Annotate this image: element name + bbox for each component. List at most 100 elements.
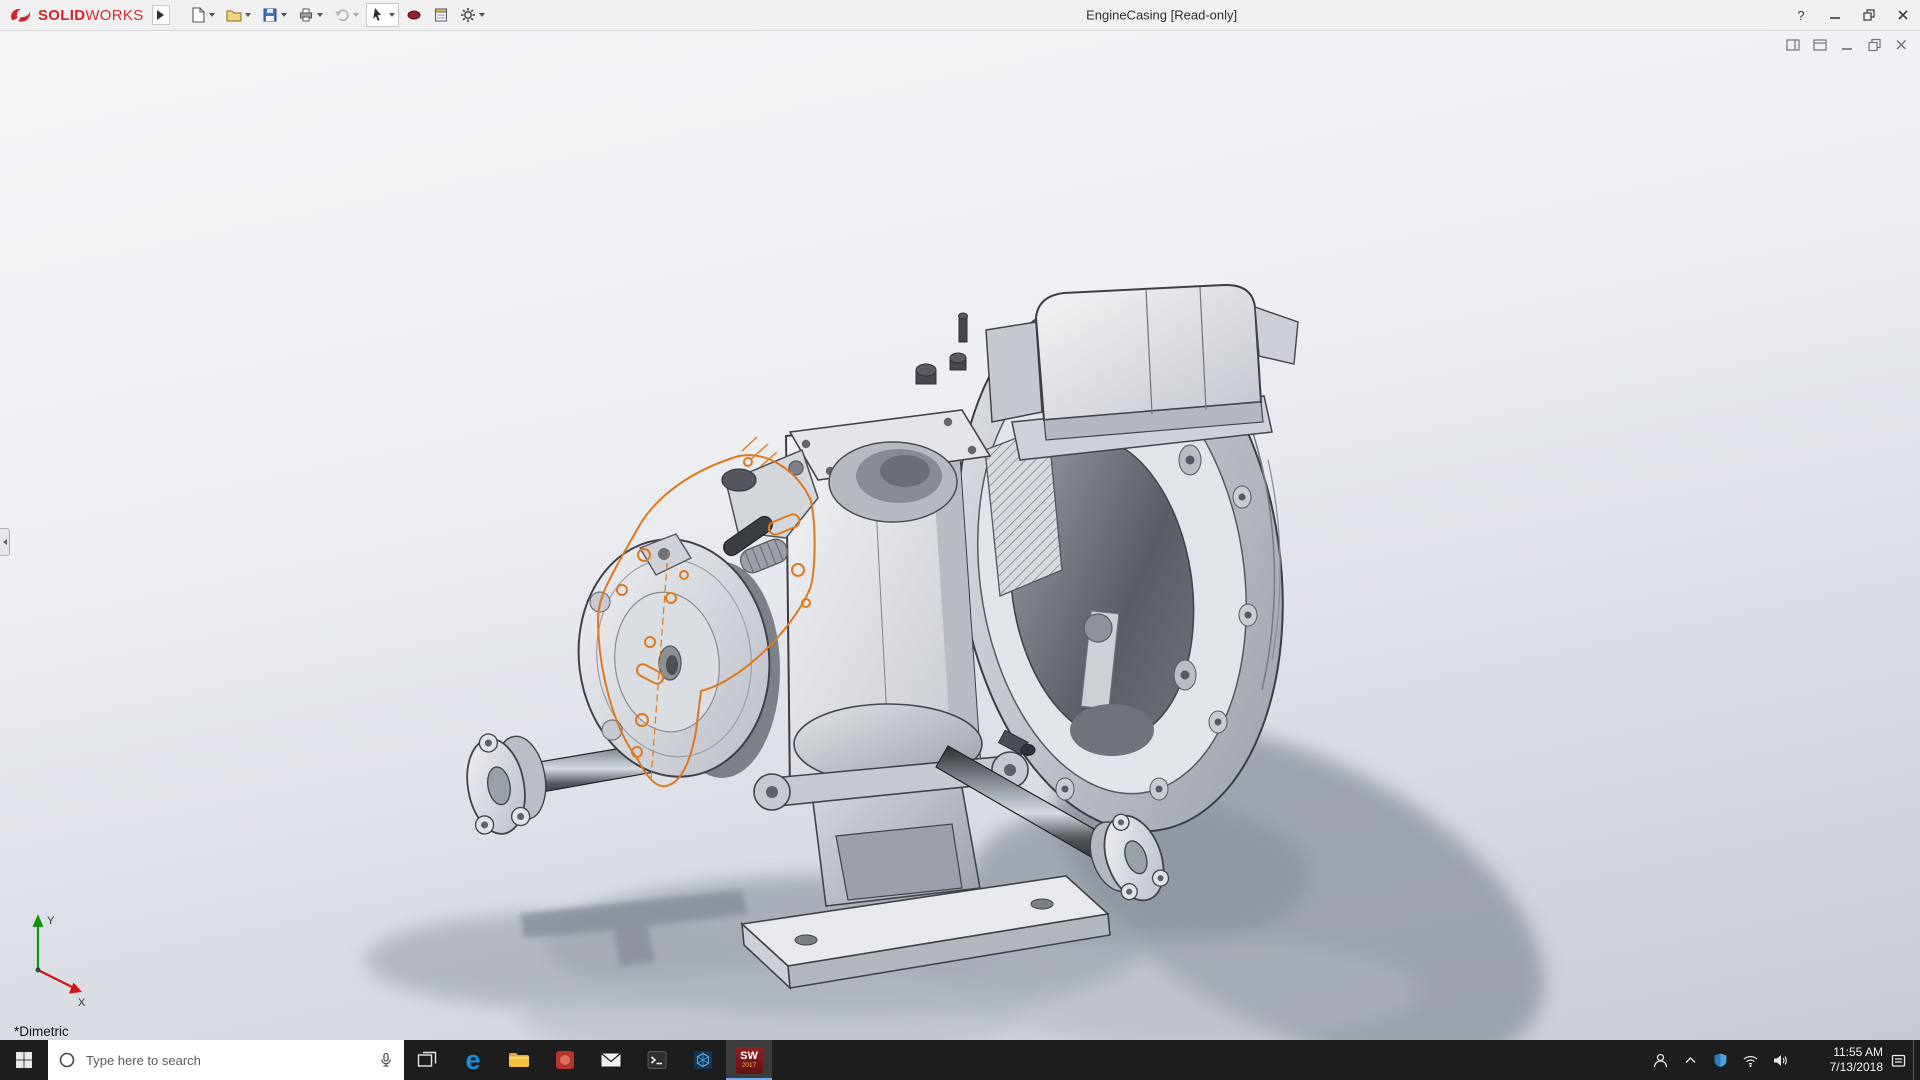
edge-browser-icon[interactable]: e [450, 1040, 496, 1080]
pane-single-button[interactable] [1811, 38, 1829, 53]
dropdown-caret-icon [388, 13, 395, 17]
mail-envelope-icon [601, 1053, 621, 1067]
action-center-icon[interactable] [1883, 1040, 1913, 1080]
close-button[interactable] [1886, 0, 1920, 30]
print-icon [299, 8, 312, 22]
mail-app-icon[interactable] [588, 1040, 634, 1080]
console-app-icon[interactable] [634, 1040, 680, 1080]
dropdown-caret-icon [244, 13, 251, 17]
doc-close-icon [1895, 39, 1906, 50]
cortana-icon [59, 1052, 75, 1068]
network-icon[interactable] [1735, 1040, 1765, 1080]
maximize-button[interactable] [1852, 0, 1886, 30]
open-folder-icon [226, 10, 242, 22]
window-title: EngineCasing [Read-only] [1086, 7, 1238, 23]
options-button[interactable] [456, 3, 489, 27]
edge-glyph: e [465, 1044, 481, 1075]
windows-taskbar: e [0, 1040, 1920, 1080]
menu-expand-arrow[interactable] [151, 5, 170, 25]
shield-icon [1714, 1053, 1726, 1067]
new-document-button[interactable] [186, 3, 219, 27]
defender-shield-icon[interactable] [1705, 1040, 1735, 1080]
doc-minimize-icon [1841, 48, 1852, 50]
solidworks-window: SOLIDWORKS EngineCasing [Read-only] ? Y … [0, 0, 1920, 1080]
open-document-button[interactable] [222, 3, 255, 27]
windows-logo-icon [16, 1052, 32, 1068]
start-button[interactable] [0, 1040, 48, 1080]
undo-button[interactable] [330, 3, 363, 27]
taskbar-search-box[interactable] [48, 1040, 404, 1080]
task-view-button[interactable] [404, 1040, 450, 1080]
solidworks-tile-year: 2017 [741, 1061, 757, 1069]
engine-casing-3d-model[interactable] [0, 30, 1920, 1040]
flyout-triangle-icon [157, 10, 165, 20]
wifi-icon [1743, 1055, 1757, 1067]
gear-icon [460, 8, 475, 22]
select-arrow-icon [372, 8, 381, 21]
clock-time: 11:55 AM [1833, 1045, 1883, 1059]
save-icon [263, 8, 277, 22]
triad-x-label: X [78, 997, 86, 1008]
minimize-button[interactable] [1818, 0, 1852, 30]
microphone-icon[interactable] [378, 1052, 394, 1068]
file-properties-button[interactable] [429, 3, 453, 27]
task-view-icon [417, 1051, 437, 1067]
close-icon [1898, 10, 1908, 20]
graphics-area[interactable]: Y X *Dimetric [0, 30, 1920, 1040]
3ds-logo-icon [11, 8, 31, 22]
cad-viewer-app-icon[interactable] [680, 1040, 726, 1080]
maximize-icon [1863, 9, 1875, 21]
taskbar-clock[interactable]: 11:55 AM 7/13/2018 [1795, 1040, 1883, 1080]
dropdown-caret-icon [208, 13, 215, 17]
pane-split-button[interactable] [1784, 38, 1802, 53]
collapse-arrow-icon [2, 539, 7, 545]
minimize-icon [1830, 17, 1840, 19]
brand-works: WORKS [85, 6, 144, 24]
doc-close-button[interactable] [1892, 38, 1910, 53]
print-button[interactable] [294, 3, 327, 27]
cover-bolts [915, 312, 968, 385]
brand-text: SOLIDWORKS [38, 7, 144, 24]
clock-date: 7/13/2018 [1829, 1060, 1883, 1074]
doc-restore-icon [1867, 38, 1881, 52]
new-document-icon [191, 7, 205, 23]
file-explorer-icon[interactable] [496, 1040, 542, 1080]
notification-icon [1891, 1054, 1905, 1067]
help-button[interactable]: ? [1784, 0, 1818, 30]
solidworks-app-icon[interactable]: SW 2017 [726, 1040, 772, 1080]
chevron-up-icon [1685, 1056, 1695, 1063]
doc-restore-button[interactable] [1865, 38, 1883, 53]
feature-panel-collapse-tab[interactable] [0, 528, 10, 556]
people-icon[interactable] [1645, 1040, 1675, 1080]
doc-minimize-button[interactable] [1838, 38, 1856, 53]
save-button[interactable] [258, 3, 291, 27]
dropdown-caret-icon [478, 13, 485, 17]
select-tool-button[interactable] [365, 3, 399, 27]
properties-sheet-icon [434, 8, 447, 22]
dropdown-caret-icon [352, 13, 359, 17]
cube-app-icon [694, 1051, 712, 1069]
view-orientation-label: *Dimetric [14, 1024, 69, 1039]
speaker-icon [1773, 1054, 1787, 1066]
solidworks-tile: SW 2017 [735, 1046, 763, 1074]
store-app-icon[interactable] [542, 1040, 588, 1080]
undo-icon [335, 9, 349, 22]
folder-icon [509, 1053, 529, 1067]
show-desktop-strip[interactable] [1913, 1040, 1920, 1080]
left-axle-flange[interactable] [459, 725, 553, 838]
triad-y-label: Y [47, 915, 55, 927]
appearances-button[interactable] [402, 3, 426, 27]
floor-shadows [365, 724, 1544, 1040]
dropdown-caret-icon [280, 13, 287, 17]
taskbar-spacer [772, 1040, 1645, 1080]
search-input[interactable] [84, 1051, 370, 1069]
pane-single-icon [1812, 39, 1827, 51]
solidworks-logo: SOLIDWORKS [0, 6, 144, 24]
red-app-tile-icon [556, 1051, 574, 1069]
person-icon [1653, 1053, 1667, 1067]
tray-expand-chevron[interactable] [1675, 1040, 1705, 1080]
volume-icon[interactable] [1765, 1040, 1795, 1080]
quick-access-toolbar [186, 3, 489, 27]
appearance-ellipse-icon [407, 10, 421, 20]
dropdown-caret-icon [316, 13, 323, 17]
